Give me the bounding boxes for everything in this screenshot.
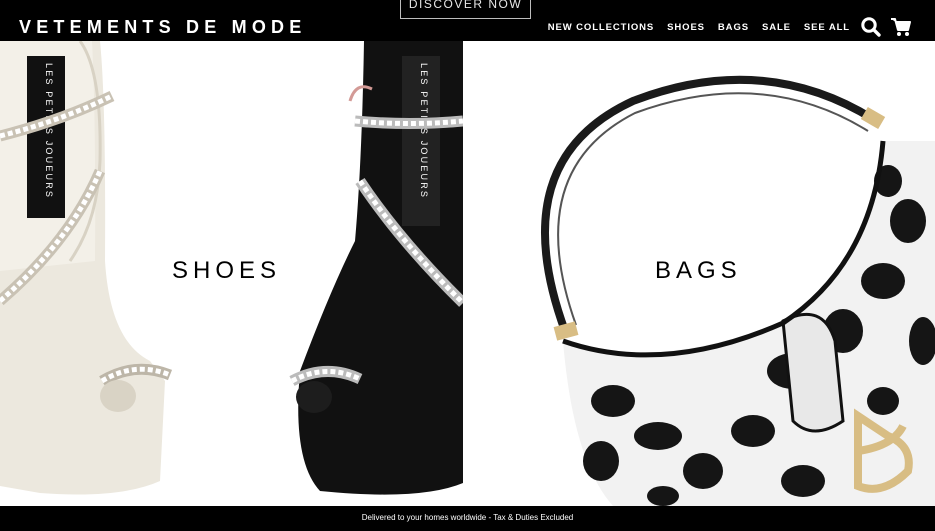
nav-new-collections[interactable]: NEW COLLECTIONS — [548, 22, 654, 33]
shipping-banner-text: Delivered to your homes worldwide - Tax … — [361, 513, 574, 522]
brand-logo[interactable]: VETEMENTS DE MODE — [19, 17, 306, 38]
bags-category-panel[interactable]: BAGS — [463, 41, 935, 506]
top-nav-bar: DISCOVER NOW VETEMENTS DE MODE NEW COLLE… — [0, 0, 935, 41]
search-icon[interactable] — [860, 16, 882, 38]
shipping-banner: Delivered to your homes worldwide - Tax … — [0, 506, 935, 531]
cart-icon[interactable] — [890, 16, 912, 38]
nav-sale[interactable]: SALE — [762, 22, 791, 33]
shoes-category-panel[interactable]: LES PETITS JOUEURS LES PETITS JOUEURS SH… — [0, 41, 463, 506]
main-nav: NEW COLLECTIONS SHOES BAGS SALE SEE ALL — [548, 22, 850, 33]
nav-shoes[interactable]: SHOES — [667, 22, 705, 33]
nav-see-all[interactable]: SEE ALL — [804, 22, 850, 33]
shoe-label-text-cream: LES PETITS JOUEURS — [44, 63, 54, 199]
shoes-title[interactable]: SHOES — [172, 257, 281, 285]
bags-title[interactable]: BAGS — [655, 257, 742, 285]
discover-now-button[interactable]: DISCOVER NOW — [400, 0, 531, 19]
nav-bags[interactable]: BAGS — [718, 22, 749, 33]
shoe-label-text-black: LES PETITS JOUEURS — [419, 63, 429, 199]
